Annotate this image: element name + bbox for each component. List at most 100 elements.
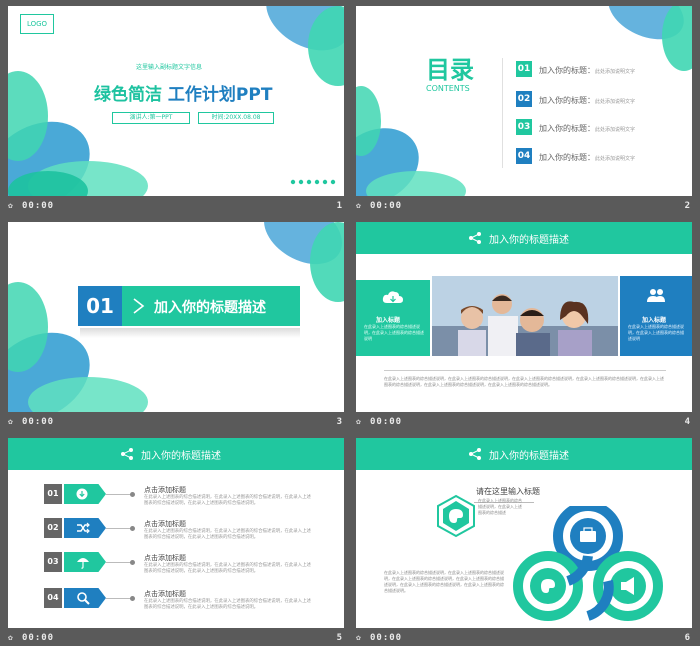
slide-number: 3 [336,417,342,427]
callout-title: 请在这里输入标题 [476,487,540,496]
connector-dot [130,526,135,531]
pagination-dots [290,179,336,185]
magnifier-icon [77,592,90,605]
slide-footer: ✿ 00:00 1 [8,199,344,215]
slide-time: 00:00 [370,633,403,643]
slide-footer: ✿ 00:00 2 [356,199,692,215]
transition-icon: ✿ [8,201,13,210]
slide-footer: ✿ 00:00 5 [8,631,344,646]
section-title: 加入你的标题描述 [154,300,266,316]
slide-time: 00:00 [22,633,55,643]
header-title: 加入你的标题描述 [489,451,569,462]
title-part-1: 绿色简洁 [94,85,162,105]
subtitle: 这里输入副标题文字信息 [136,64,203,71]
users-icon [647,289,665,302]
slide-header: 加入你的标题描述 [356,222,692,254]
slide-canvas: 加入你的标题描述 01 点击添加标题 在此录入上述图表的综合描述说明，在此录入上… [8,438,344,628]
people-photo-icon [432,276,618,356]
item-body: 在此录入上述图表的综合描述说明，在此录入上述图表的综合描述说明，在此录入上述图表… [144,495,311,506]
share-icon [469,448,481,460]
transition-icon: ✿ [356,633,361,642]
item-title: 点击添加标题 [144,590,186,598]
item-num: 03 [44,552,62,572]
toc-num-1: 01 [516,61,532,77]
left-text: 在此录入上述图表的综合描述说明，在此录入上述图表的综合描述说明 [364,324,424,341]
item-arrow [64,484,106,504]
toc-title: 目录 [426,56,474,84]
slide-thumb-1[interactable]: LOGO 这里输入副标题文字信息 绿色简洁 工作计划PPT 演讲人:第一PPT … [8,6,344,218]
slide-time: 00:00 [370,417,403,427]
share-icon [121,448,133,460]
speaker-box: 演讲人:第一PPT [112,112,190,124]
item-title: 点击添加标题 [144,520,186,528]
item-arrow [64,518,106,538]
item-num: 02 [44,518,62,538]
slide-number: 2 [684,201,690,211]
chevron-right-icon [133,298,145,314]
slide-canvas: LOGO 这里输入副标题文字信息 绿色简洁 工作计划PPT 演讲人:第一PPT … [8,6,344,196]
right-text: 在此录入上述图表的综合描述说明，在此录入上述图表的综合描述说明 [628,324,684,341]
divider-line [384,370,666,371]
left-title: 加入标题 [376,317,401,324]
item-body: 在此录入上述图表的综合描述说明，在此录入上述图表的综合描述说明，在此录入上述图表… [144,599,311,610]
item-arrow [64,588,106,608]
hexagon-badge [437,494,475,538]
transition-icon: ✿ [356,201,361,210]
toc-num-2: 02 [516,91,532,107]
toc-divider [502,58,503,168]
toc-label-4: 加入你的标题：此处添加说明文字 [539,153,636,162]
toc-num-3: 03 [516,119,532,135]
bottom-text: 在此录入上述图表的综合描述说明，在此录入上述图表的综合描述说明，在此录入上述图表… [384,376,664,387]
right-title: 加入标题 [642,317,667,324]
connector-dot [130,596,135,601]
item-body: 在此录入上述图表的综合描述说明，在此录入上述图表的综合描述说明，在此录入上述图表… [144,563,311,574]
slide-footer: ✿ 00:00 4 [356,415,692,431]
item-arrow [64,552,106,572]
section-banner: 加入你的标题描述 [122,286,300,326]
slide-thumb-2[interactable]: 目录 CONTENTS 01 加入你的标题：此处添加说明文字 02 加入你的标题… [356,6,692,218]
umbrella-icon [77,558,89,569]
banner-shadow [80,328,300,338]
toc-label-1: 加入你的标题：此处添加说明文字 [539,66,636,75]
transition-icon: ✿ [8,417,13,426]
date-box: 时间:20XX.08.08 [198,112,274,124]
slide-footer: ✿ 00:00 3 [8,415,344,431]
team-photo [432,276,618,356]
item-num: 01 [44,484,62,504]
slide-number: 6 [684,633,690,643]
slide-canvas: 加入你的标题描述 请在这里输入标题 在此录入上述图表的综合描述说明，在此录入上述… [356,438,692,628]
slide-header: 加入你的标题描述 [8,438,344,470]
slide-canvas: 目录 CONTENTS 01 加入你的标题：此处添加说明文字 02 加入你的标题… [356,6,692,196]
header-title: 加入你的标题描述 [141,451,221,462]
connector [106,598,132,599]
slide-canvas: 01 加入你的标题描述 [8,222,344,412]
ring-diagram [513,506,663,621]
slide-footer: ✿ 00:00 6 [356,631,692,646]
item-num: 04 [44,588,62,608]
transition-icon: ✿ [356,417,361,426]
slide-canvas: 加入你的标题描述 加入标题 在此录入上述图表的综合描述说明，在此录入上述图表的综… [356,222,692,412]
toc-subtitle: CONTENTS [426,84,470,93]
logo-box: LOGO [20,14,54,34]
header-title: 加入你的标题描述 [489,235,569,246]
item-title: 点击添加标题 [144,554,186,562]
slide-thumb-5[interactable]: 加入你的标题描述 01 点击添加标题 在此录入上述图表的综合描述说明，在此录入上… [8,438,344,646]
slide-thumb-4[interactable]: 加入你的标题描述 加入标题 在此录入上述图表的综合描述说明，在此录入上述图表的综… [356,222,692,434]
title: 绿色简洁 工作计划PPT [94,80,272,105]
item-title: 点击添加标题 [144,486,186,494]
bottom-text: 在此录入上述图表的综合描述说明，在此录入上述图表的综合描述说明，在此录入上述图表… [384,570,504,593]
connector-dot [130,560,135,565]
slide-thumb-3[interactable]: 01 加入你的标题描述 ✿ 00:00 3 [8,222,344,434]
slide-header: 加入你的标题描述 [356,438,692,470]
section-num: 01 [78,286,122,326]
connector [106,528,132,529]
item-body: 在此录入上述图表的综合描述说明，在此录入上述图表的综合描述说明，在此录入上述图表… [144,529,311,540]
slide-number: 1 [336,201,342,211]
slide-number: 5 [336,633,342,643]
toc-num-4: 04 [516,148,532,164]
right-panel: 加入标题 在此录入上述图表的综合描述说明，在此录入上述图表的综合描述说明 [620,276,692,356]
slide-time: 00:00 [22,417,55,427]
slide-time: 00:00 [22,201,55,211]
slide-thumb-6[interactable]: 加入你的标题描述 请在这里输入标题 在此录入上述图表的综合描述说明，在此录入上述… [356,438,692,646]
toc-label-2: 加入你的标题：此处添加说明文字 [539,96,636,105]
